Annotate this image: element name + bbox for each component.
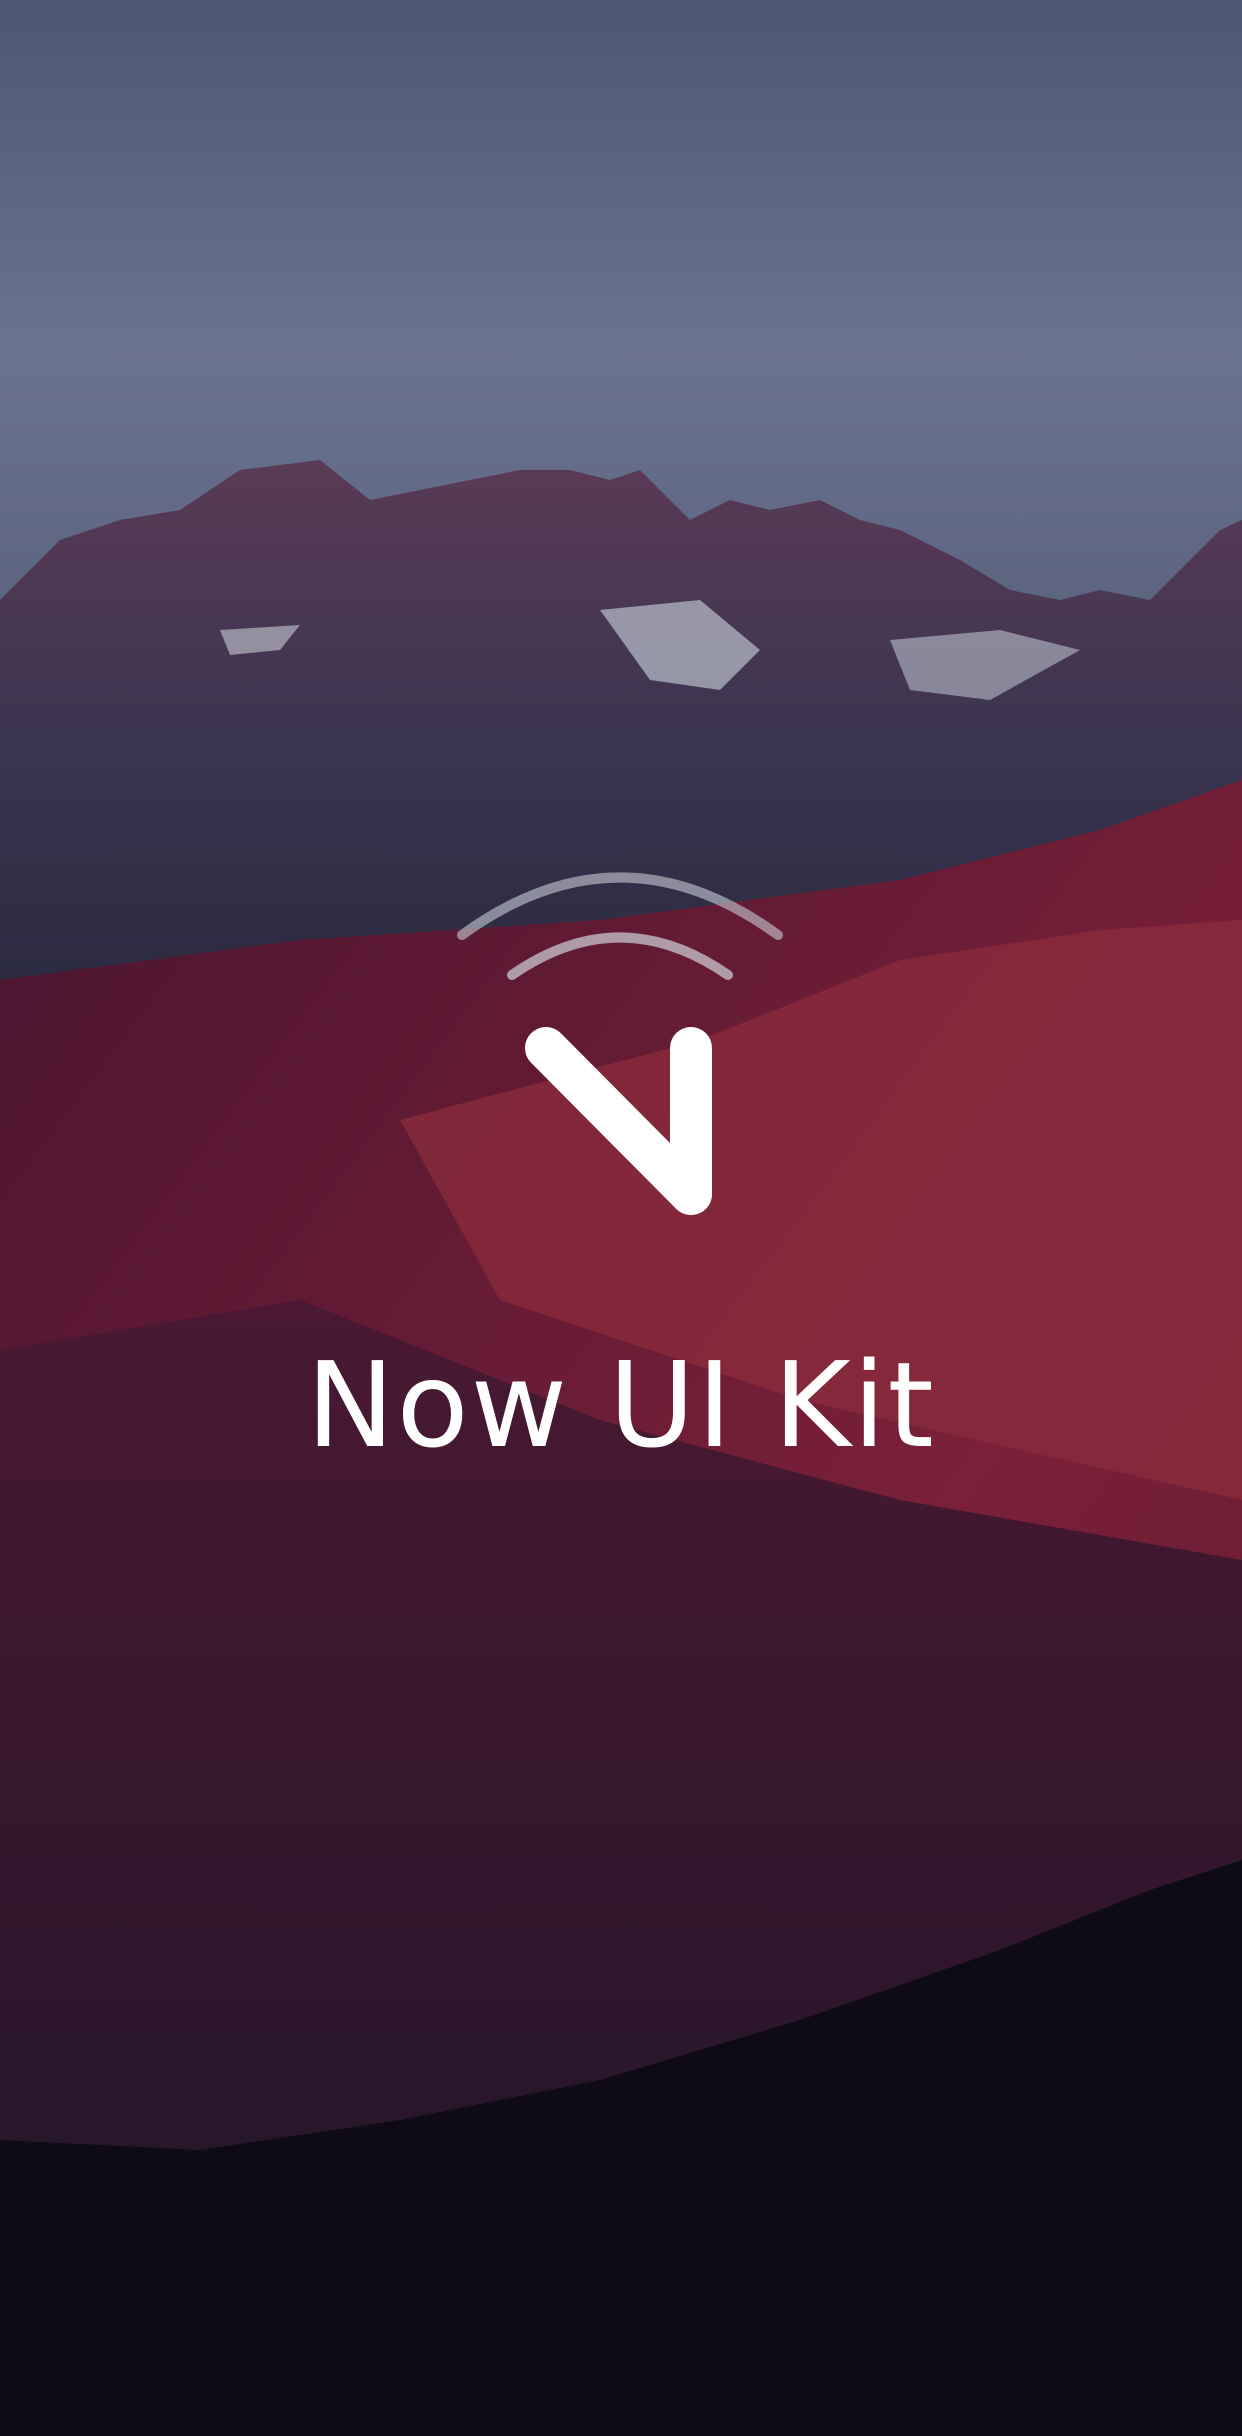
- logo-outer-arc: [457, 872, 783, 940]
- now-ui-n-logo-icon: [457, 872, 783, 1215]
- logo-inner-arc: [507, 932, 733, 980]
- app-title: Now UI Kit: [306, 1336, 936, 1474]
